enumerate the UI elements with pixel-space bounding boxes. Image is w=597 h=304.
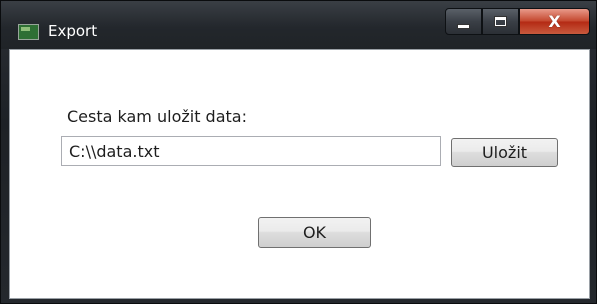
dialog-content: Cesta kam uložit data: Uložit OK — [9, 49, 590, 299]
export-window: Export X Cesta kam uložit data: Uložit O… — [0, 0, 597, 304]
ok-button[interactable]: OK — [258, 217, 371, 248]
path-input[interactable] — [61, 136, 441, 166]
maximize-icon — [494, 16, 507, 27]
save-button[interactable]: Uložit — [451, 138, 558, 167]
app-icon-highlight — [21, 27, 30, 31]
minimize-icon — [457, 23, 470, 29]
app-icon[interactable] — [18, 24, 39, 40]
title-bar[interactable]: Export X — [1, 1, 596, 49]
minimize-button[interactable] — [445, 8, 482, 35]
path-label: Cesta kam uložit data: — [67, 107, 247, 126]
close-button[interactable]: X — [519, 8, 590, 35]
window-title: Export — [48, 22, 98, 40]
caption-buttons: X — [445, 8, 590, 35]
maximize-button[interactable] — [482, 8, 519, 35]
close-icon: X — [548, 11, 561, 31]
